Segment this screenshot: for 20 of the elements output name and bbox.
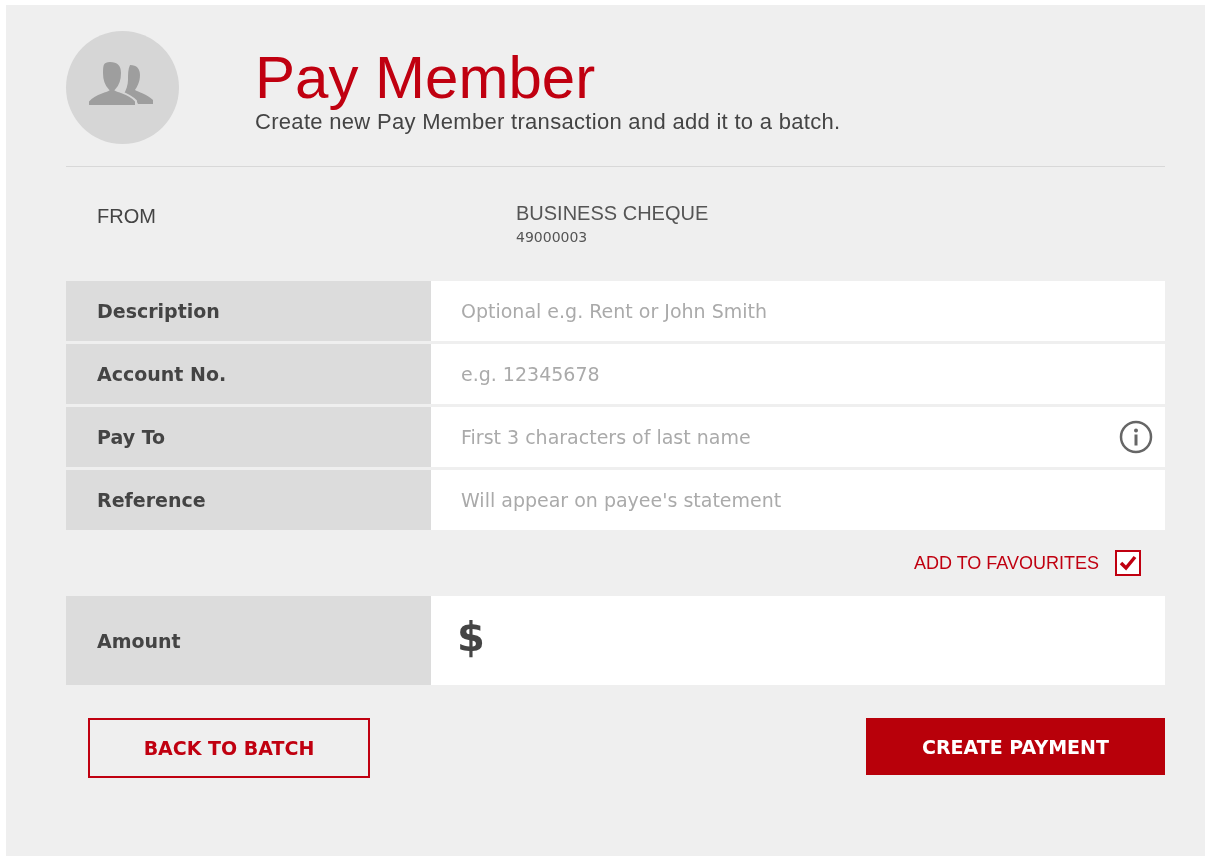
input-field[interactable]: Optional e.g. Rent or John Smith xyxy=(431,281,1165,341)
input-field[interactable]: e.g. 12345678 xyxy=(431,344,1165,404)
account-name: BUSINESS CHEQUE xyxy=(516,202,709,225)
field-label: Pay To xyxy=(66,407,431,467)
amount-field[interactable] xyxy=(431,596,1165,685)
back-button[interactable]: BACK TO BATCH xyxy=(88,718,370,778)
favourites-label: ADD TO FAVOURITES xyxy=(913,552,1099,574)
account-number: 49000003 xyxy=(516,229,589,245)
amount-label: Amount xyxy=(66,596,431,685)
favourites-checkbox[interactable] xyxy=(1115,550,1141,576)
create-payment-button[interactable]: CREATE PAYMENT xyxy=(866,718,1165,775)
info-icon[interactable] xyxy=(1119,420,1153,454)
from-label: FROM xyxy=(96,204,157,228)
field-label: Description xyxy=(66,281,431,341)
input-field[interactable]: Will appear on payee's statement xyxy=(431,470,1165,530)
page-title: Pay Member xyxy=(255,46,597,109)
field-label: Account No. xyxy=(66,344,431,404)
field-label: Reference xyxy=(66,470,431,530)
input-field[interactable]: First 3 characters of last name xyxy=(431,407,1165,467)
currency-symbol: $ xyxy=(457,614,485,660)
